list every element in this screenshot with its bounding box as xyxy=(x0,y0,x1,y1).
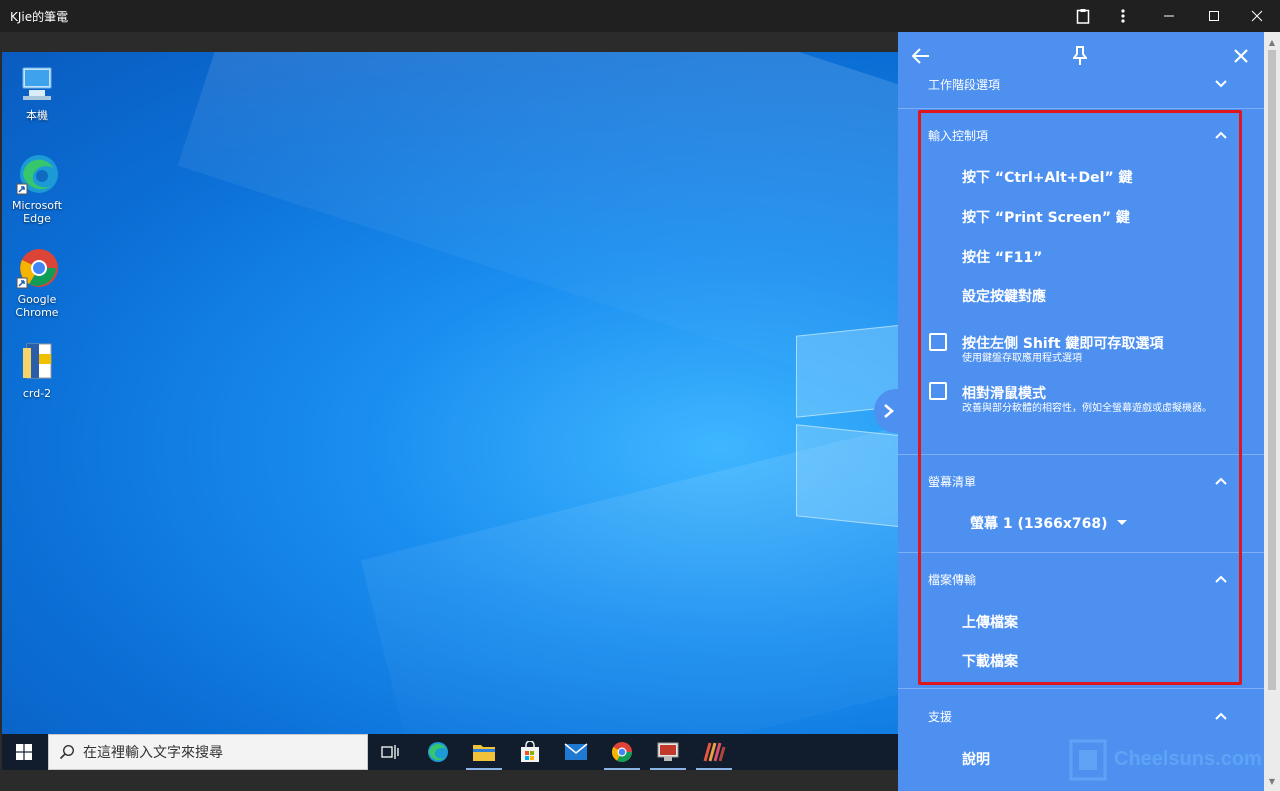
chrome-taskbar-icon[interactable] xyxy=(600,734,644,770)
remote-desktop-view[interactable]: 本機 Microsoft Edge Google Chrome crd-2 在這… xyxy=(0,32,898,791)
display-select[interactable]: 螢幕 1 (1366x768) xyxy=(970,513,1128,533)
checkbox-shift-options[interactable] xyxy=(929,333,947,351)
taskbar: 在這裡輸入文字來搜尋 xyxy=(2,734,898,770)
chevron-right-icon xyxy=(884,404,894,418)
active-indicator xyxy=(604,768,640,770)
action-print-screen[interactable]: 按下 “Print Screen” 鍵 xyxy=(962,207,1130,227)
action-hold-f11[interactable]: 按住 “F11” xyxy=(962,247,1042,267)
store-icon[interactable] xyxy=(508,734,552,770)
remote-desktop-icon[interactable] xyxy=(646,734,690,770)
checkbox-relative-mouse[interactable] xyxy=(929,382,947,400)
title-bar: KJie的筆電 xyxy=(0,0,1280,32)
chevron-up-icon[interactable] xyxy=(1212,126,1230,144)
file-icon xyxy=(15,340,59,384)
pin-icon[interactable] xyxy=(1069,45,1091,67)
section-title-displays[interactable]: 螢幕清單 xyxy=(928,473,976,490)
desktop-icon-chrome[interactable]: Google Chrome xyxy=(2,246,72,319)
windows-logo-pane xyxy=(796,424,898,528)
desktop-icon-edge[interactable]: Microsoft Edge xyxy=(2,152,72,225)
close-panel-icon[interactable] xyxy=(1230,45,1252,67)
mail-icon[interactable] xyxy=(554,734,598,770)
watermark-logo xyxy=(1069,739,1107,781)
section-title-session[interactable]: 工作階段選項 xyxy=(928,76,1000,93)
close-icon[interactable] xyxy=(1234,0,1280,32)
action-key-mapping[interactable]: 設定按鍵對應 xyxy=(962,286,1046,306)
desktop-icon-label: Google Chrome xyxy=(15,293,59,319)
window-title: KJie的筆電 xyxy=(10,10,69,24)
edge-taskbar-icon[interactable] xyxy=(416,734,460,770)
desktop-wallpaper[interactable]: 本機 Microsoft Edge Google Chrome crd-2 xyxy=(2,52,898,770)
section-title-support[interactable]: 支援 xyxy=(928,708,952,725)
windows-icon xyxy=(16,744,32,760)
search-placeholder: 在這裡輸入文字來搜尋 xyxy=(83,745,223,761)
scroll-up-icon[interactable]: ▲ xyxy=(1264,34,1280,50)
panel-scrollbar[interactable]: ▲ ▼ xyxy=(1264,32,1280,791)
chrome-icon xyxy=(15,246,59,290)
remote-options-panel: 工作階段選項 輸入控制項 按下 “Ctrl+Alt+Del” 鍵 按下 “Pri… xyxy=(898,32,1264,791)
section-title-input[interactable]: 輸入控制項 xyxy=(928,127,988,144)
option-label-shift[interactable]: 按住左側 Shift 鍵即可存取選項 xyxy=(962,333,1163,353)
desktop-icon-this-pc[interactable]: 本機 xyxy=(2,62,72,122)
taskbar-search[interactable]: 在這裡輸入文字來搜尋 xyxy=(48,734,368,770)
desktop-icon-label: Microsoft Edge xyxy=(11,199,63,225)
chevron-up-icon[interactable] xyxy=(1212,707,1230,725)
option-label-relative-mouse[interactable]: 相對滑鼠模式 xyxy=(962,383,1046,403)
file-explorer-icon[interactable] xyxy=(462,734,506,770)
edge-icon xyxy=(15,152,59,196)
action-help[interactable]: 說明 xyxy=(962,749,990,769)
maximize-icon[interactable] xyxy=(1191,0,1237,32)
desktop-icon-crd[interactable]: crd-2 xyxy=(2,340,72,400)
watermark: Cheelsuns.com xyxy=(1068,738,1262,786)
desktop-icon-label: crd-2 xyxy=(22,387,52,400)
divider xyxy=(898,688,1264,689)
active-indicator xyxy=(650,768,686,770)
chevron-up-icon[interactable] xyxy=(1212,472,1230,490)
option-desc-shift: 使用鍵盤存取應用程式選項 xyxy=(962,353,1082,364)
active-indicator xyxy=(466,768,502,770)
active-indicator xyxy=(696,768,732,770)
scrollbar-thumb[interactable] xyxy=(1268,50,1276,690)
wallpaper-light-beam xyxy=(177,52,898,444)
desktop-icon-label: 本機 xyxy=(26,109,48,122)
action-download-file[interactable]: 下載檔案 xyxy=(962,651,1018,671)
chevron-down-icon[interactable] xyxy=(1212,75,1230,93)
back-arrow-icon[interactable] xyxy=(910,45,932,67)
start-button[interactable] xyxy=(2,734,46,770)
display-select-value: 螢幕 1 (1366x768) xyxy=(970,516,1108,532)
watermark-text: Cheelsuns.com xyxy=(1114,748,1262,770)
minimize-icon[interactable] xyxy=(1146,0,1192,32)
task-view-icon[interactable] xyxy=(368,734,412,770)
computer-icon xyxy=(15,62,59,106)
search-icon xyxy=(59,744,75,760)
divider xyxy=(898,552,1264,553)
more-vert-icon[interactable] xyxy=(1100,0,1146,32)
action-upload-file[interactable]: 上傳檔案 xyxy=(962,612,1018,632)
chevron-up-icon[interactable] xyxy=(1212,570,1230,588)
action-ctrl-alt-del[interactable]: 按下 “Ctrl+Alt+Del” 鍵 xyxy=(962,167,1133,187)
option-desc-relative-mouse: 改善與部分軟體的相容性，例如全螢幕遊戲或虛擬機器。 xyxy=(962,403,1212,414)
dropdown-arrow-icon xyxy=(1116,520,1127,525)
section-title-files[interactable]: 檔案傳輸 xyxy=(928,571,976,588)
divider xyxy=(898,108,1264,109)
divider xyxy=(898,454,1264,455)
app-icon[interactable] xyxy=(692,734,736,770)
scroll-down-icon[interactable]: ▼ xyxy=(1264,773,1280,789)
